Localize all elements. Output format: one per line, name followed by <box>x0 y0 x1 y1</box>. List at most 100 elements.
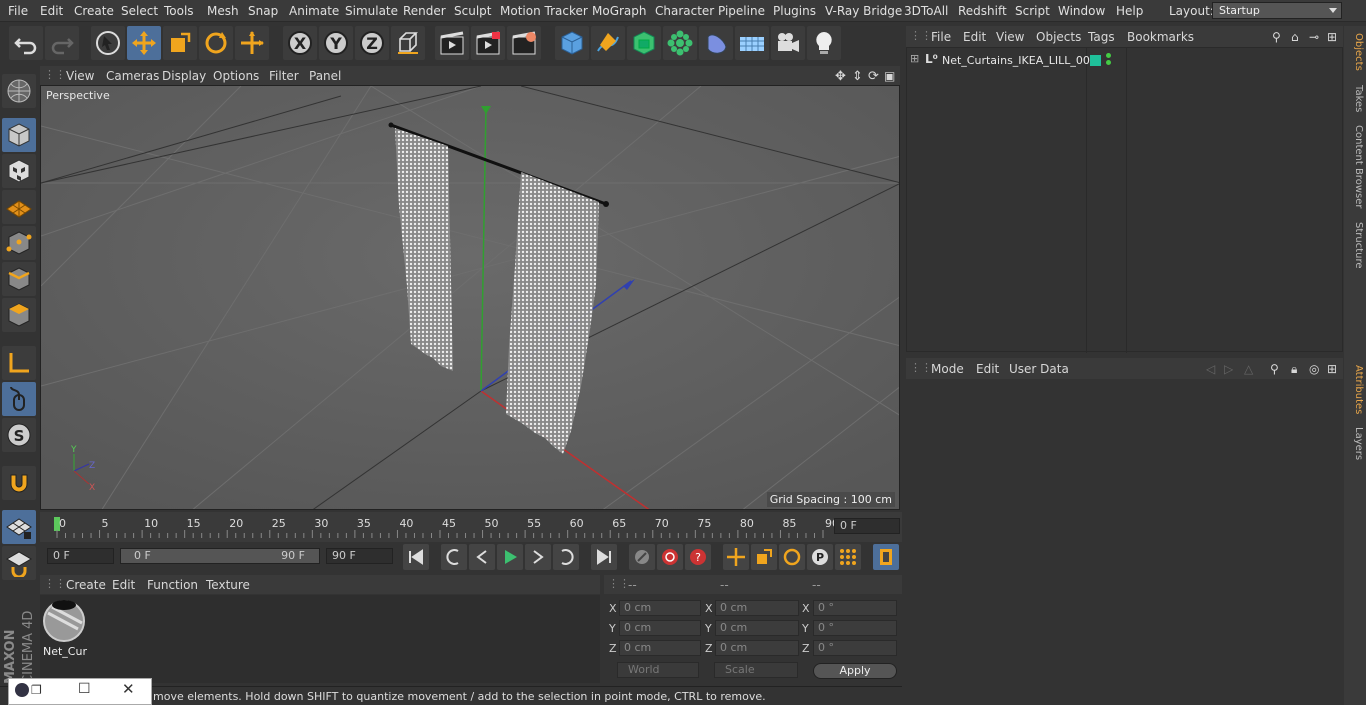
previous-frame-icon[interactable] <box>469 544 495 570</box>
menu-mesh[interactable]: Mesh <box>207 4 239 18</box>
rotation-y-field[interactable]: 0 ° <box>813 620 897 636</box>
x-axis-icon[interactable]: X <box>283 26 317 60</box>
size-x-field[interactable]: 0 cm <box>715 600 799 616</box>
record-icon[interactable] <box>657 544 683 570</box>
viewport-menu-display[interactable]: Display <box>162 69 206 83</box>
axis-mode-icon[interactable] <box>2 346 36 380</box>
menu-file[interactable]: File <box>8 4 28 18</box>
menu-script[interactable]: Script <box>1015 4 1050 18</box>
floor-icon[interactable] <box>735 26 769 60</box>
end-frame-field[interactable]: 90 F <box>326 548 393 564</box>
expand-icon[interactable]: ⊞ <box>910 52 919 65</box>
polygons-mode-icon[interactable] <box>2 298 36 332</box>
viewport-menu-panel[interactable]: Panel <box>309 69 341 83</box>
viewport-menu-cameras[interactable]: Cameras <box>106 69 159 83</box>
key-pla-icon[interactable] <box>835 544 861 570</box>
snap-settings-icon[interactable] <box>2 546 36 580</box>
subdivision-icon[interactable] <box>627 26 661 60</box>
target-icon[interactable]: ◎ <box>1309 362 1319 376</box>
start-frame-field[interactable]: 0 F <box>47 548 114 564</box>
menu-snap[interactable]: Snap <box>248 4 278 18</box>
search-icon[interactable]: ⚲ <box>1270 362 1279 376</box>
motion-path-icon[interactable] <box>629 544 655 570</box>
orbit-icon[interactable]: ⟳ <box>868 69 879 84</box>
object-menu-view[interactable]: View <box>996 30 1024 44</box>
menu-sculpt[interactable]: Sculpt <box>454 4 491 18</box>
make-editable-icon[interactable] <box>2 74 36 108</box>
texture-mode-icon[interactable] <box>2 154 36 188</box>
object-menu-edit[interactable]: Edit <box>963 30 986 44</box>
menu-character[interactable]: Character <box>655 4 714 18</box>
maximize-icon[interactable]: ☐ <box>78 681 91 697</box>
menu-simulate[interactable]: Simulate <box>345 4 398 18</box>
timeline-window-icon[interactable] <box>873 544 899 570</box>
redo-icon[interactable] <box>45 26 79 60</box>
up-icon[interactable]: △ <box>1244 362 1253 376</box>
model-mode-icon[interactable] <box>2 118 36 152</box>
menu-3dtoall[interactable]: 3DToAll <box>904 4 948 18</box>
previous-key-icon[interactable] <box>441 544 467 570</box>
attribute-menu-mode[interactable]: Mode <box>931 362 964 376</box>
material-menu-function[interactable]: Function <box>147 578 198 592</box>
material-menu-edit[interactable]: Edit <box>112 578 135 592</box>
scale-mode-select[interactable]: Scale <box>714 662 798 678</box>
link-icon[interactable]: ⊸ <box>1309 30 1319 44</box>
object-menu-tags[interactable]: Tags <box>1088 30 1115 44</box>
size-z-field[interactable]: 0 cm <box>715 640 799 656</box>
menu-vray-bridge[interactable]: V-Ray Bridge <box>825 4 902 18</box>
transform-icon[interactable] <box>235 26 269 60</box>
timeline-track[interactable]: 0 5 10 15 20 25 30 35 40 45 50 55 60 65 70 75 80 85 90 <box>54 514 839 540</box>
key-parameter-icon[interactable]: P <box>807 544 833 570</box>
attribute-menu-edit[interactable]: Edit <box>976 362 999 376</box>
tab-takes[interactable]: Takes <box>1346 82 1364 116</box>
tab-layers[interactable]: Layers <box>1346 426 1364 462</box>
key-rotation-icon[interactable] <box>779 544 805 570</box>
position-z-field[interactable]: 0 cm <box>619 640 701 656</box>
object-menu-bookmarks[interactable]: Bookmarks <box>1127 30 1194 44</box>
position-y-field[interactable]: 0 cm <box>619 620 701 636</box>
material-menu-create[interactable]: Create <box>66 578 106 592</box>
menu-motion-tracker[interactable]: Motion Tracker <box>500 4 588 18</box>
tab-content-browser[interactable]: Content Browser <box>1346 124 1364 210</box>
menu-mograph[interactable]: MoGraph <box>592 4 647 18</box>
next-key-icon[interactable] <box>553 544 579 570</box>
object-menu-objects[interactable]: Objects <box>1036 30 1081 44</box>
pen-icon[interactable] <box>591 26 625 60</box>
editor-visibility-icon[interactable] <box>1106 53 1111 58</box>
back-icon[interactable]: ◁ <box>1206 362 1215 376</box>
material-item[interactable]: Net_Cur <box>42 599 87 658</box>
layer-color-icon[interactable] <box>1090 55 1101 66</box>
menu-pipeline[interactable]: Pipeline <box>718 4 765 18</box>
go-to-end-icon[interactable] <box>591 544 617 570</box>
home-icon[interactable]: ⌂ <box>1291 30 1299 44</box>
light-icon[interactable] <box>807 26 841 60</box>
play-icon[interactable] <box>497 544 523 570</box>
tab-objects[interactable]: Objects <box>1346 30 1364 74</box>
current-frame-field[interactable]: 0 F <box>834 518 900 534</box>
menu-tools[interactable]: Tools <box>164 4 194 18</box>
menu-help[interactable]: Help <box>1116 4 1143 18</box>
menu-create[interactable]: Create <box>74 4 114 18</box>
perspective-viewport[interactable]: Y Z X Perspective Grid Spacing : 100 cm <box>40 85 900 510</box>
rotate-icon[interactable] <box>199 26 233 60</box>
y-axis-icon[interactable]: Y <box>319 26 353 60</box>
menu-animate[interactable]: Animate <box>289 4 339 18</box>
world-coordinates-icon[interactable] <box>391 26 425 60</box>
move-icon[interactable] <box>127 26 161 60</box>
menu-redshift[interactable]: Redshift <box>958 4 1007 18</box>
live-selection-icon[interactable] <box>91 26 125 60</box>
camera-icon[interactable] <box>771 26 805 60</box>
object-row[interactable]: ⊞ L⁰ Net_Curtains_IKEA_LILL_001 <box>907 52 1342 70</box>
auto-keying-icon[interactable]: ? <box>685 544 711 570</box>
menu-render[interactable]: Render <box>403 4 446 18</box>
cube-icon[interactable] <box>555 26 589 60</box>
dolly-icon[interactable]: ⇕ <box>852 69 863 84</box>
menu-edit[interactable]: Edit <box>40 4 63 18</box>
maximize-view-icon[interactable]: ▣ <box>884 69 895 83</box>
deformer-icon[interactable] <box>699 26 733 60</box>
viewport-menu-filter[interactable]: Filter <box>269 69 299 83</box>
pan-icon[interactable]: ✥ <box>835 69 846 84</box>
menu-select[interactable]: Select <box>121 4 158 18</box>
rotation-z-field[interactable]: 0 ° <box>813 640 897 656</box>
render-view-icon[interactable] <box>435 26 469 60</box>
